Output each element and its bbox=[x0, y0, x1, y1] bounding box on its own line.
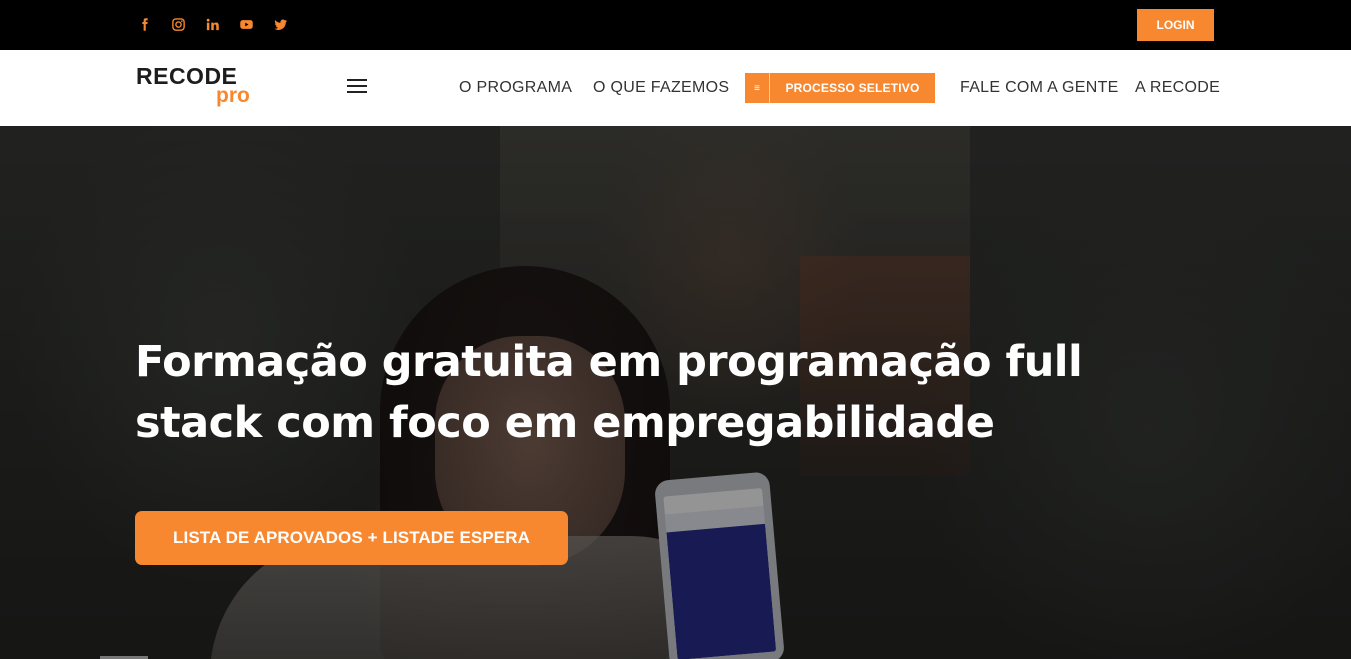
main-nav: RECODE pro O PROGRAMA O QUE FAZEMOS ≡ PR… bbox=[0, 50, 1351, 126]
twitter-icon[interactable] bbox=[270, 14, 290, 34]
linkedin-icon[interactable] bbox=[202, 14, 222, 34]
youtube-icon[interactable] bbox=[236, 14, 256, 34]
instagram-icon[interactable] bbox=[168, 14, 188, 34]
hero-headline-line-2: stack com foco em empregabilidade bbox=[135, 398, 995, 448]
nav-item-o-que-fazemos[interactable]: O QUE FAZEMOS bbox=[593, 50, 729, 126]
hero-section: Formação gratuita em programação full st… bbox=[0, 126, 1351, 659]
hero-headline: Formação gratuita em programação full st… bbox=[135, 332, 1135, 454]
nav-item-a-recode[interactable]: A RECODE bbox=[1135, 50, 1220, 126]
processo-seletivo-label: PROCESSO SELETIVO bbox=[785, 81, 920, 95]
hero-headline-line-1: Formação gratuita em programação full bbox=[135, 337, 1083, 387]
hamburger-menu-icon[interactable] bbox=[347, 79, 367, 93]
nav-item-label: O QUE FAZEMOS bbox=[593, 79, 730, 96]
facebook-icon[interactable] bbox=[134, 14, 154, 34]
nav-item-fale-com-a-gente[interactable]: FALE COM A GENTE bbox=[960, 50, 1119, 126]
nav-item-label: O PROGRAMA bbox=[459, 79, 573, 96]
login-button[interactable]: LOGIN bbox=[1137, 9, 1214, 41]
logo-text-pro: pro bbox=[216, 84, 250, 107]
social-links bbox=[134, 14, 290, 34]
processo-seletivo-button[interactable]: ≡ PROCESSO SELETIVO bbox=[745, 73, 935, 103]
list-icon: ≡ bbox=[745, 73, 770, 103]
nav-item-label: A RECODE bbox=[1135, 79, 1221, 96]
nav-item-label: FALE COM A GENTE bbox=[960, 79, 1119, 96]
top-bar: LOGIN bbox=[0, 0, 1351, 50]
lista-aprovados-button[interactable]: LISTA DE APROVADOS + LISTADE ESPERA bbox=[135, 511, 568, 565]
nav-item-o-programa[interactable]: O PROGRAMA bbox=[459, 50, 572, 126]
recode-pro-logo[interactable]: RECODE pro bbox=[136, 63, 256, 111]
